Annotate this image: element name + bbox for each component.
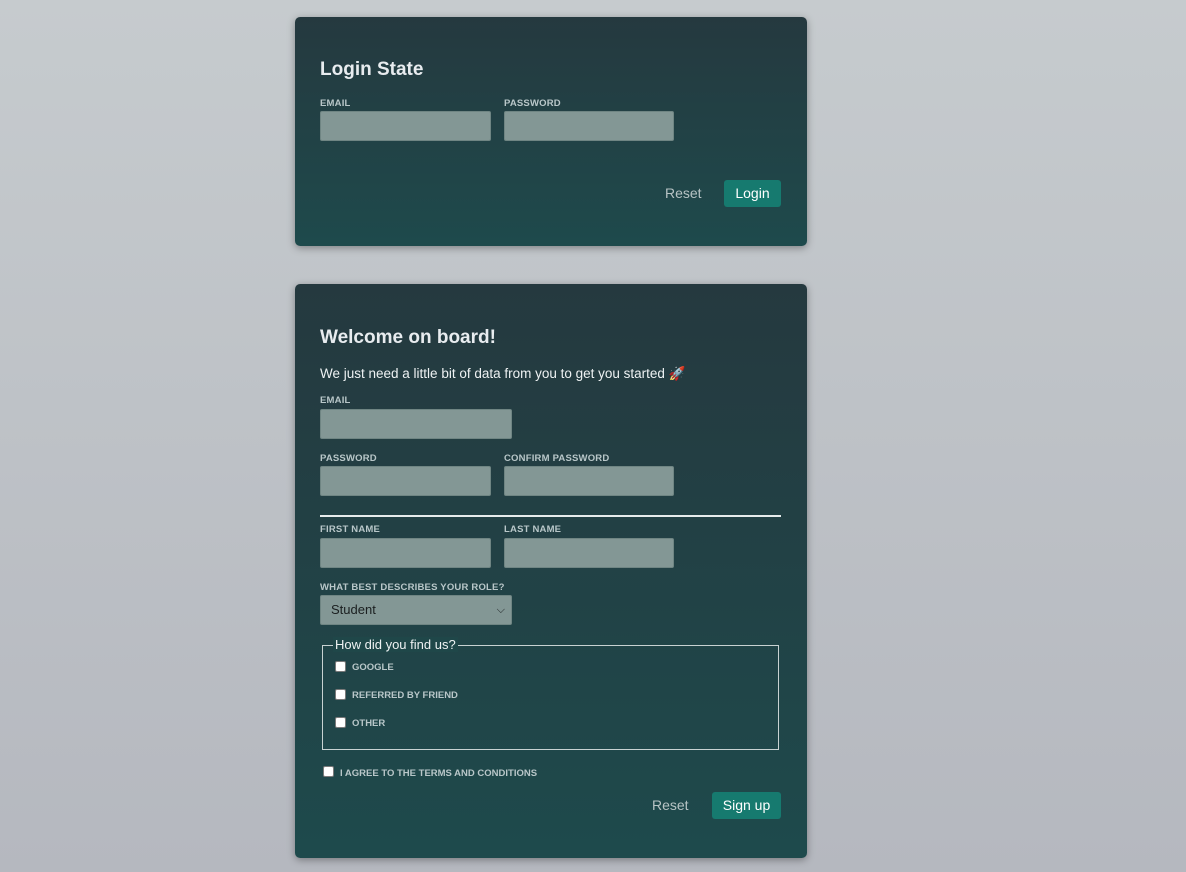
other-checkbox-label: OTHER [352,718,386,729]
role-select-value: Student [331,602,376,617]
signup-password-label: PASSWORD [320,453,377,464]
login-card: Login State EMAIL PASSWORD Reset Login [295,17,807,246]
find-us-fieldset: How did you find us? GOOGLE REFERRED BY … [322,637,779,750]
google-checkbox[interactable] [335,661,346,672]
first-name-input[interactable] [320,538,491,568]
last-name-input[interactable] [504,538,674,568]
login-password-input[interactable] [504,111,674,141]
signup-password-input[interactable] [320,466,491,496]
role-select[interactable]: Student ⌵ [320,595,512,625]
signup-reset-button[interactable]: Reset [652,797,689,813]
find-us-legend: How did you find us? [333,637,458,652]
signup-title: Welcome on board! [320,327,496,348]
login-email-input[interactable] [320,111,491,141]
chevron-down-icon: ⌵ [496,604,505,616]
last-name-label: LAST NAME [504,524,562,535]
terms-checkbox-label: I AGREE TO THE TERMS AND CONDITIONS [340,768,538,779]
signup-card: Welcome on board! We just need a little … [295,284,807,858]
signup-email-label: EMAIL [320,395,351,406]
referred-checkbox-label: REFERRED BY FRIEND [352,690,458,701]
signup-subtitle: We just need a little bit of data from y… [320,366,686,381]
login-submit-button[interactable]: Login [724,180,781,207]
login-reset-button[interactable]: Reset [665,185,702,201]
other-checkbox[interactable] [335,717,346,728]
section-divider [320,515,781,517]
role-label: WHAT BEST DESCRIBES YOUR ROLE? [320,582,505,593]
signup-submit-button[interactable]: Sign up [712,792,781,819]
signup-confirm-password-input[interactable] [504,466,674,496]
first-name-label: FIRST NAME [320,524,381,535]
login-title: Login State [320,59,424,80]
referred-checkbox[interactable] [335,689,346,700]
login-email-label: EMAIL [320,98,351,109]
google-checkbox-label: GOOGLE [352,662,394,673]
login-password-label: PASSWORD [504,98,561,109]
signup-email-input[interactable] [320,409,512,439]
signup-confirm-password-label: CONFIRM PASSWORD [504,453,610,464]
terms-checkbox[interactable] [323,766,334,777]
